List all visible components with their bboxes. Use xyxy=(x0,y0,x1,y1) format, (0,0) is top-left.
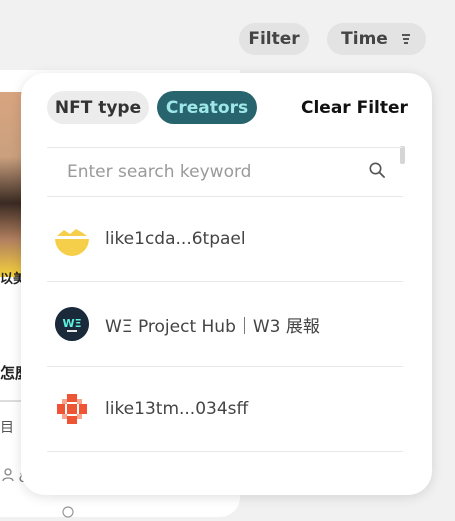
search-icon[interactable] xyxy=(369,162,385,178)
clear-filter-label: Clear Filter xyxy=(301,97,408,118)
list-item[interactable]: WΞ WΞ Project Hub｜W3 展報 xyxy=(47,282,403,367)
search-bar xyxy=(47,149,403,195)
search-input[interactable] xyxy=(65,161,369,183)
creator-name: WΞ Project Hub｜W3 展報 xyxy=(105,316,320,337)
red-geometric-avatar xyxy=(55,392,89,426)
background-bottom-icon xyxy=(62,506,74,521)
filter-label: Filter xyxy=(248,29,300,49)
tab-nft-type[interactable]: NFT type xyxy=(47,91,149,124)
creator-list: like1cda...6tpael WΞ WΞ Project Hub｜W3 展… xyxy=(47,197,403,477)
list-item[interactable]: like1cda...6tpael xyxy=(47,197,403,282)
clock-icon xyxy=(62,506,74,518)
svg-text:WΞ: WΞ xyxy=(62,317,81,330)
sort-icon xyxy=(401,34,412,44)
tab-creators[interactable]: Creators xyxy=(157,91,257,124)
background-meta-fragment: 目 xyxy=(0,420,14,436)
clear-filter-button[interactable]: Clear Filter xyxy=(301,91,408,124)
time-label: Time xyxy=(341,29,388,49)
creator-name: like13tm...034sff xyxy=(105,399,249,419)
list-item[interactable]: like13tm...034sff xyxy=(47,367,403,452)
tab-nft-type-label: NFT type xyxy=(54,97,142,118)
we-project-hub-logo: WΞ xyxy=(55,307,89,341)
yellow-circle-avatar xyxy=(55,222,89,256)
time-sort-button[interactable]: Time xyxy=(327,23,426,55)
tab-creators-label: Creators xyxy=(165,97,249,118)
list-item[interactable] xyxy=(47,452,403,477)
creator-filter-popup: NFT type Creators Clear Filter like1cda.… xyxy=(21,73,432,495)
creator-name: like1cda...6tpael xyxy=(105,229,246,249)
divider xyxy=(47,147,403,148)
filter-button[interactable]: Filter xyxy=(239,23,309,55)
user-icon xyxy=(2,468,14,482)
